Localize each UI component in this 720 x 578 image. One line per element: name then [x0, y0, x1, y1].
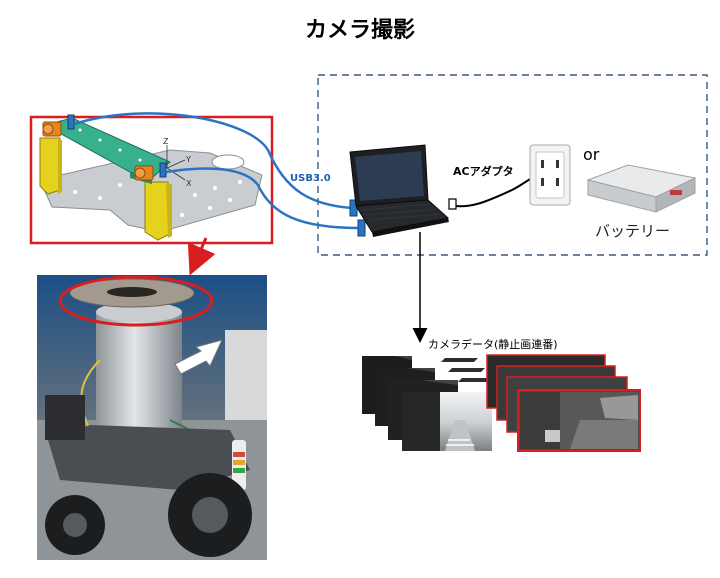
battery-image — [586, 164, 697, 213]
robot-wheelchair-photo — [37, 275, 267, 560]
or-label: or — [583, 145, 600, 164]
usb-label: USB3.0 — [290, 173, 331, 184]
ac-adapter-plug — [448, 198, 457, 210]
ac-adapter-cable — [448, 177, 533, 208]
svg-text:Y: Y — [185, 155, 191, 164]
usb-connector-2 — [357, 219, 366, 237]
diagram-canvas: Z Y X — [29, 74, 708, 560]
camera-data-image-stack — [362, 354, 641, 452]
camera-data-label: カメラデータ(静止画連番) — [428, 338, 558, 351]
ac-adapter-label: ACアダプタ — [453, 165, 514, 178]
wall-outlet-image — [529, 144, 571, 206]
svg-text:Z: Z — [163, 137, 169, 146]
battery-label: バッテリー — [595, 222, 671, 240]
svg-text:X: X — [186, 179, 192, 188]
cad-camera-mount-model: Z Y X — [29, 114, 274, 245]
